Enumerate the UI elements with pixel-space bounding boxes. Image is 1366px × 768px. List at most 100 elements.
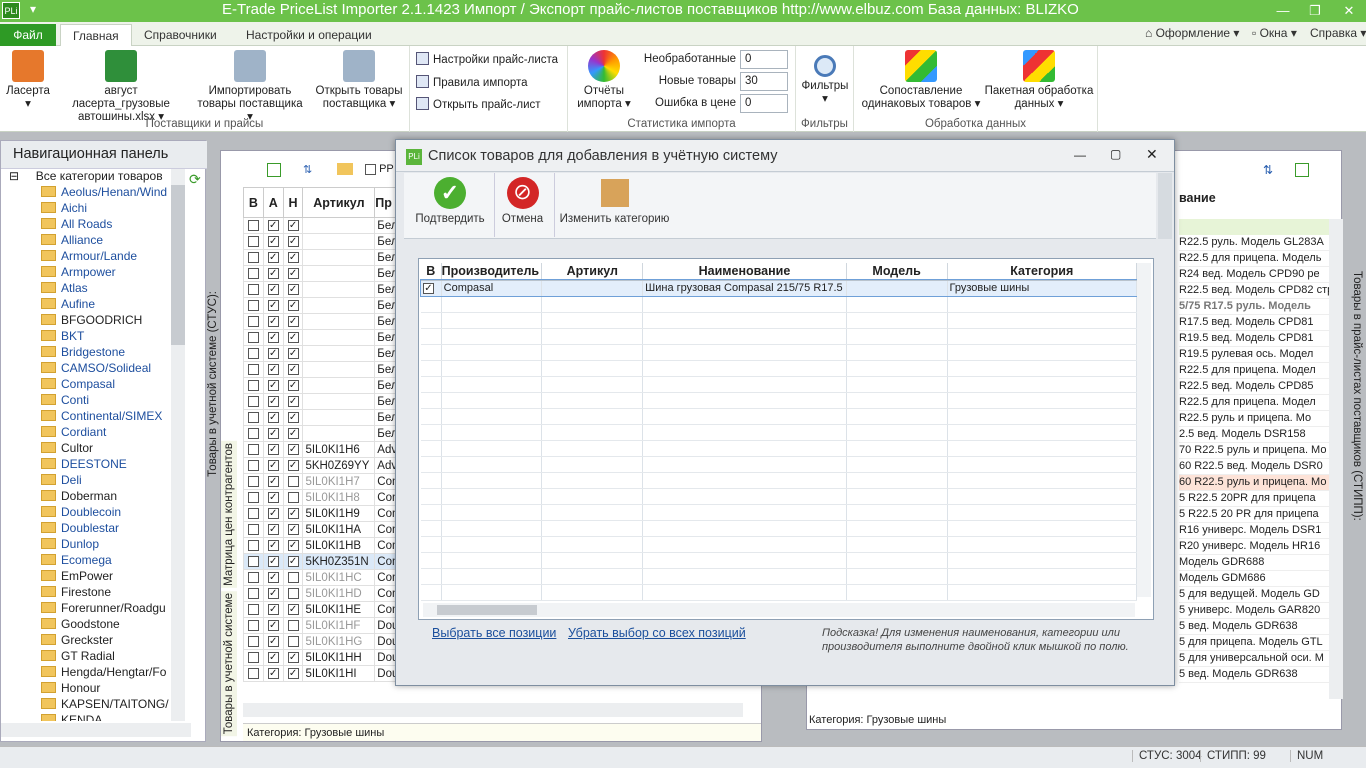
cell-v[interactable] <box>243 441 264 458</box>
cell-a[interactable]: ✓ <box>262 649 284 666</box>
cell-v[interactable] <box>243 649 264 666</box>
export-icon[interactable] <box>1295 163 1309 177</box>
cell-v[interactable] <box>243 569 264 586</box>
open-pricelist-button[interactable]: Открыть прайс-лист <box>416 97 541 111</box>
tab-goods-in-system[interactable]: Товары в учетной системе <box>221 591 237 737</box>
table-row[interactable] <box>421 504 1137 521</box>
table-cell[interactable] <box>441 360 543 377</box>
table-row[interactable]: ✓ ✓ Бел <box>243 409 409 426</box>
table-cell[interactable] <box>441 312 543 329</box>
table-cell[interactable] <box>846 424 948 441</box>
cell-n[interactable]: ✓ <box>282 393 304 410</box>
tree-item[interactable]: EmPower <box>41 569 113 585</box>
table-cell[interactable] <box>642 360 847 377</box>
tab-price-matrix[interactable]: Матрица цен контрагентов <box>221 441 237 588</box>
cell-article[interactable] <box>302 313 376 330</box>
col-header-name[interactable]: Наименование <box>642 263 847 281</box>
table-cell[interactable] <box>947 520 1137 537</box>
table-cell[interactable] <box>642 344 847 361</box>
tree-scrollbar-thumb[interactable] <box>171 185 185 345</box>
list-item[interactable]: R17.5 вед. Модель CPD81 <box>1179 315 1329 331</box>
cell-article[interactable] <box>302 217 376 234</box>
cell-v[interactable] <box>243 537 264 554</box>
list-item[interactable]: R22.5 для прицепа. Модел <box>1179 363 1329 379</box>
cell-article[interactable] <box>302 409 376 426</box>
cell-a[interactable]: ✓ <box>262 217 284 234</box>
match-goods-button[interactable]: Сопоставление одинаковых товаров ▾ <box>858 46 984 111</box>
list-item[interactable]: R22.5 руль. Модель GL283A <box>1179 235 1329 251</box>
minimize-icon[interactable]: — <box>1268 1 1298 21</box>
table-cell[interactable] <box>421 344 442 361</box>
tree-item[interactable]: Compasal <box>41 377 115 393</box>
tree-item[interactable]: BKT <box>41 329 84 345</box>
cell-v[interactable] <box>243 393 264 410</box>
table-row[interactable] <box>421 296 1137 313</box>
table-cell[interactable] <box>947 376 1137 393</box>
table-cell[interactable] <box>846 536 948 553</box>
list-item[interactable]: 70 R22.5 руль и прицепа. Мо <box>1179 443 1329 459</box>
table-cell[interactable] <box>947 472 1137 489</box>
cell-a[interactable]: ✓ <box>262 265 284 282</box>
goods-hscrollbar-thumb[interactable] <box>437 605 537 615</box>
cell-article[interactable] <box>302 297 376 314</box>
table-cell[interactable] <box>846 312 948 329</box>
table-cell[interactable] <box>421 328 442 345</box>
table-row[interactable]: ✓ ✓ 5IL0KI1HE Con <box>243 601 409 618</box>
table-row[interactable]: ✓ ✓ Бел <box>243 297 409 314</box>
table-cell[interactable] <box>947 584 1137 601</box>
tree-item[interactable]: Hengda/Hengtar/Fo <box>41 665 166 681</box>
list-item[interactable]: R22.5 для прицепа. Модель <box>1179 251 1329 267</box>
list-item[interactable]: 5 вед. Модель GDR638 <box>1179 619 1329 635</box>
table-row[interactable]: ✓ ✓ Бел <box>243 265 409 282</box>
col-header-v[interactable]: В <box>421 263 442 281</box>
table-cell[interactable] <box>846 376 948 393</box>
tree-item[interactable]: BFGOODRICH <box>41 313 142 329</box>
dialog-maximize-icon[interactable]: ▢ <box>1110 147 1121 161</box>
tree-item[interactable]: Alliance <box>41 233 103 249</box>
cell-n[interactable]: ✓ <box>282 409 304 426</box>
table-cell[interactable] <box>846 472 948 489</box>
list-item[interactable]: R19.5 рулевая ось. Модел <box>1179 347 1329 363</box>
table-cell[interactable] <box>846 552 948 569</box>
cell-v[interactable] <box>243 377 264 394</box>
cell-article[interactable]: 5IL0KI1HD <box>302 585 376 602</box>
tree-item[interactable]: Cordiant <box>41 425 106 441</box>
table-cell[interactable] <box>642 312 847 329</box>
cell-v[interactable] <box>243 521 264 538</box>
cell-article[interactable] <box>302 393 376 410</box>
cell-article[interactable]: 5IL0KI1H7 <box>302 473 376 490</box>
cell-v[interactable] <box>243 633 264 650</box>
cell-article[interactable] <box>541 280 644 297</box>
tree-hscrollbar[interactable] <box>1 723 191 737</box>
col-header-category[interactable]: Категория <box>947 263 1137 281</box>
cell-a[interactable]: ✓ <box>262 425 284 442</box>
cell-a[interactable]: ✓ <box>262 553 284 570</box>
table-row[interactable]: ✓ ✓ 5IL0KI1H9 Con <box>243 505 409 522</box>
tree-item[interactable]: Honour <box>41 681 100 697</box>
cell-article[interactable]: 5IL0KI1H6 <box>302 441 376 458</box>
table-cell[interactable] <box>642 504 847 521</box>
cell-a[interactable]: ✓ <box>262 537 284 554</box>
table-cell[interactable] <box>541 296 644 313</box>
supplier-file-button[interactable]: август ласерта_грузовые автошины.xlsx ▾ <box>54 46 188 124</box>
quick-access-chevron-icon[interactable]: ▾ <box>30 2 36 16</box>
cell-n[interactable]: ✓ <box>282 377 304 394</box>
col-header-article[interactable]: Артикул <box>541 263 644 281</box>
table-row[interactable] <box>421 488 1137 505</box>
tree-item[interactable]: Dunlop <box>41 537 99 553</box>
cell-article[interactable]: 5KH0Z351N <box>302 553 376 570</box>
tree-item[interactable]: Doublecoin <box>41 505 121 521</box>
cell-v[interactable] <box>243 425 264 442</box>
table-cell[interactable] <box>441 584 543 601</box>
table-cell[interactable] <box>441 504 543 521</box>
table-cell[interactable] <box>947 536 1137 553</box>
table-cell[interactable] <box>541 472 644 489</box>
table-cell[interactable] <box>541 424 644 441</box>
table-cell[interactable] <box>642 296 847 313</box>
cell-article[interactable]: 5IL0KI1HB <box>302 537 376 554</box>
tree-item[interactable]: Doublestar <box>41 521 119 537</box>
cell-maker[interactable]: Compasal <box>441 280 543 297</box>
cell-article[interactable] <box>302 361 376 378</box>
table-cell[interactable] <box>421 552 442 569</box>
table-row[interactable] <box>421 584 1137 601</box>
